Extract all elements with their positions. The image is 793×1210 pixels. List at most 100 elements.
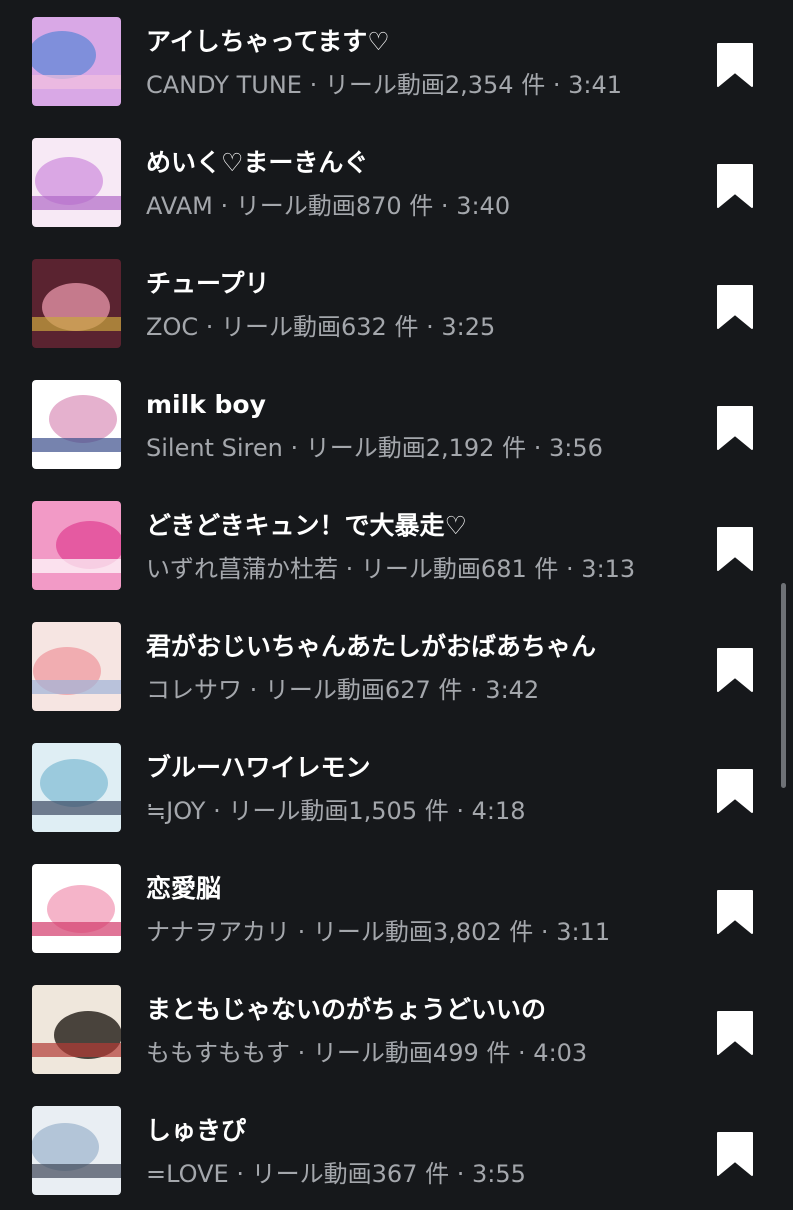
track-duration: 3:25 [441,313,496,341]
count-unit: 件 [425,1160,450,1188]
bookmark-icon[interactable] [716,42,754,88]
track-meta: ≒JOY · リール動画1,505 件 · 4:18 [146,795,526,827]
artist-name: AVAM [146,192,213,220]
track-row[interactable]: アイしちゃってます♡ CANDY TUNE · リール動画2,354 件 · 3:… [0,0,793,121]
album-cover[interactable] [32,17,121,106]
separator: · [345,555,354,583]
reels-label: リール動画 [324,71,445,99]
reels-label: リール動画 [312,918,433,946]
count-unit: 件 [486,1039,511,1067]
track-row[interactable]: どきどきキュン！で大暴走♡ いずれ菖蒲か杜若 · リール動画681 件 · 3:1… [0,484,793,605]
track-duration: 3:55 [471,1160,526,1188]
track-title[interactable]: チュープリ [146,268,270,300]
track-meta: ももすももす · リール動画499 件 · 4:03 [146,1037,587,1069]
track-title[interactable]: まともじゃないのがちょうどいいの [146,994,546,1026]
track-duration: 3:40 [456,192,511,220]
track-title[interactable]: ブルーハワイレモン [146,752,371,784]
track-duration: 4:03 [533,1039,588,1067]
bookmark-icon[interactable] [716,526,754,572]
separator: · [205,313,214,341]
track-title[interactable]: 恋愛脳 [146,873,221,905]
artist-name: ももすももす [146,1039,290,1067]
separator: · [290,434,299,462]
track-title[interactable]: 君がおじいちゃんあたしがおばあちゃん [146,631,596,663]
track-duration: 3:13 [581,555,636,583]
separator: · [236,1160,244,1188]
reels-label: リール動画 [221,313,342,341]
track-title[interactable]: milk boy [146,389,266,421]
separator: · [309,71,318,99]
track-title[interactable]: アイしちゃってます♡ [146,26,390,58]
count-unit: 件 [502,434,527,462]
artist-name: ZOC [146,313,199,341]
album-cover[interactable] [32,501,121,590]
separator: · [566,555,574,583]
track-row[interactable]: まともじゃないのがちょうどいいのももすももす · リール動画499 件 · 4:… [0,968,793,1089]
album-cover[interactable] [32,259,121,348]
separator: · [297,1039,306,1067]
separator: · [518,1039,526,1067]
reels-count: 1,505 [348,797,418,825]
album-cover[interactable] [32,622,121,711]
reels-label: リール動画 [305,434,426,462]
track-meta: いずれ菖蒲か杜若 · リール動画681 件 · 3:13 [146,553,635,585]
separator: · [440,192,449,220]
reels-label: リール動画 [228,797,349,825]
reels-count: 2,354 [444,71,514,99]
album-cover[interactable] [32,380,121,469]
separator: · [470,676,478,704]
track-meta: AVAM · リール動画870 件 · 3:40 [146,190,510,222]
separator: · [552,71,561,99]
count-unit: 件 [424,797,449,825]
track-meta: ナナヲアカリ · リール動画3,802 件 · 3:11 [146,916,610,948]
bookmark-icon[interactable] [716,405,754,451]
separator: · [249,676,258,704]
track-title[interactable]: しゅきぴ [146,1115,246,1147]
reels-count: 681 [480,555,527,583]
track-row[interactable]: ブルーハワイレモン ≒JOY · リール動画1,505 件 · 4:18 [0,726,793,847]
album-cover[interactable] [32,864,121,953]
bookmark-icon[interactable] [716,284,754,330]
reels-count: 3,802 [432,918,502,946]
track-row[interactable]: milk boy Silent Siren · リール動画2,192 件 · 3:… [0,363,793,484]
track-meta: コレサワ · リール動画627 件 · 3:42 [146,674,539,706]
track-row[interactable]: 君がおじいちゃんあたしがおばあちゃん コレサワ · リール動画627 件 · 3:… [0,605,793,726]
track-duration: 3:41 [568,71,623,99]
album-cover[interactable] [32,743,121,832]
separator: · [297,918,306,946]
track-row[interactable]: 恋愛脳ナナヲアカリ · リール動画3,802 件 · 3:11 [0,847,793,968]
track-meta: CANDY TUNE · リール動画2,354 件 · 3:41 [146,69,622,101]
album-cover[interactable] [32,138,121,227]
artist-name: Silent Siren [146,434,283,462]
album-cover[interactable] [32,985,121,1074]
track-row[interactable]: しゅきぴ =LOVE · リール動画367 件 · 3:55 [0,1089,793,1210]
artist-name: ≒JOY [146,797,206,825]
bookmark-icon[interactable] [716,768,754,814]
track-title[interactable]: めいく♡まーきんぐ [146,147,368,179]
reels-count: 627 [384,676,431,704]
bookmark-icon[interactable] [716,1010,754,1056]
count-unit: 件 [438,676,463,704]
count-unit: 件 [521,71,546,99]
track-row[interactable]: チュープリ ZOC · リール動画632 件 · 3:25 [0,242,793,363]
reels-count: 632 [341,313,387,341]
track-meta: ZOC · リール動画632 件 · 3:25 [146,311,495,343]
album-cover[interactable] [32,1106,121,1195]
artist-name: ナナヲアカリ [146,918,290,946]
track-meta: =LOVE · リール動画367 件 · 3:55 [146,1158,526,1190]
bookmark-icon[interactable] [716,889,754,935]
reels-count: 499 [432,1039,479,1067]
reels-label: リール動画 [360,555,481,583]
track-title[interactable]: どきどきキュン！で大暴走♡ [146,510,467,542]
separator: · [540,918,549,946]
count-unit: 件 [409,192,434,220]
bookmark-icon[interactable] [716,647,754,693]
bookmark-icon[interactable] [716,1131,754,1177]
scrollbar[interactable] [781,583,786,788]
track-duration: 4:18 [471,797,526,825]
bookmark-icon[interactable] [716,163,754,209]
separator: · [426,313,434,341]
artist-name: CANDY TUNE [146,71,302,99]
track-row[interactable]: めいく♡まーきんぐ AVAM · リール動画870 件 · 3:40 [0,121,793,242]
reels-label: リール動画 [235,192,356,220]
